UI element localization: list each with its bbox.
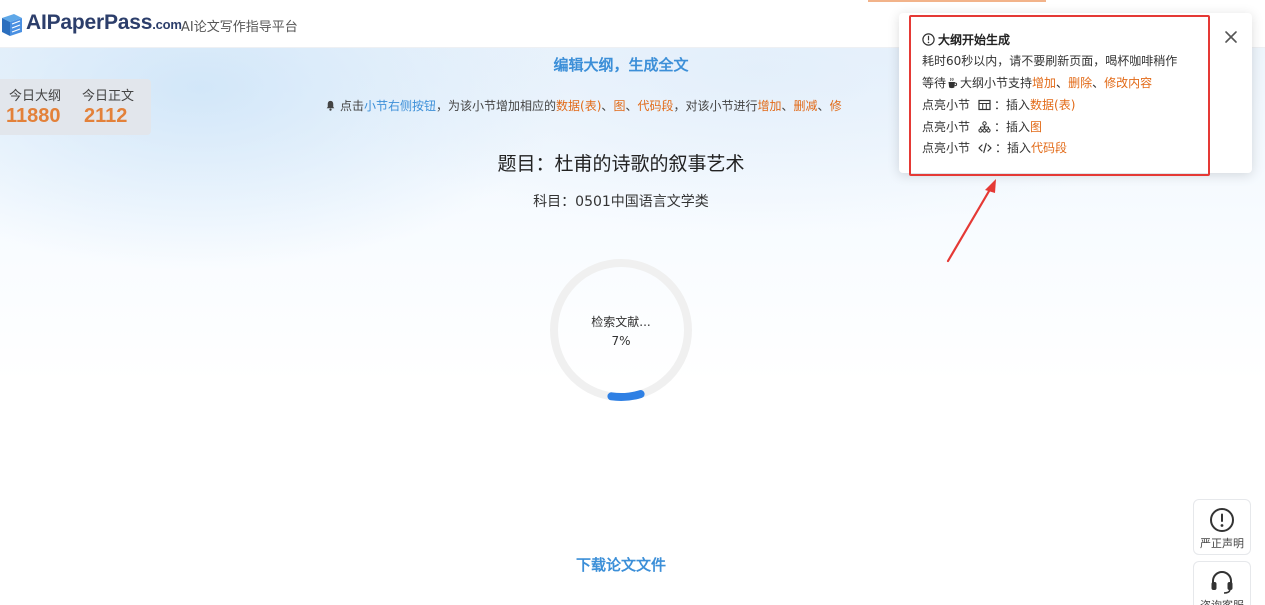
outline-count-label: 今日大纲	[9, 89, 62, 104]
toast-add: 增加	[1032, 76, 1057, 90]
notice-figure: 图	[613, 99, 626, 113]
logo-text[interactable]: AIPaperPass.com	[26, 11, 182, 35]
toast-sep-1: 、	[1056, 76, 1069, 90]
toast-line-3: 点亮小节 ：插入数据(表)	[922, 96, 1210, 113]
toast-insert-data: 数据(表)	[1030, 98, 1076, 112]
annotation-arrow	[946, 179, 996, 263]
header-accent-bar	[868, 0, 1046, 2]
toast-title: 大纲开始生成	[938, 33, 1011, 47]
download-paper-link[interactable]: 下载论文文件	[0, 554, 1242, 575]
tagline: AI论文写作指导平台	[181, 20, 298, 35]
progress-track	[550, 259, 692, 401]
paper-subject: 科目：0501中国语言文学类	[533, 194, 709, 210]
toast-title-row: 大纲开始生成	[922, 31, 1210, 48]
notice-add: 增加	[757, 99, 782, 113]
toast-sep-2: 、	[1092, 76, 1105, 90]
toast-line-3-insert: ：插入	[994, 98, 1031, 112]
notice-bar: 点击小节右侧按钮，为该小节增加相应的数据(表)、图、代码段，对该小节进行增加、删…	[325, 97, 842, 114]
toast-insert-code: 代码段	[1031, 141, 1068, 155]
toast-line-4-label: 点亮小节	[922, 120, 971, 134]
toast-line-5-insert: ：插入	[995, 141, 1032, 155]
notice-sep-3: 、	[781, 99, 794, 113]
toast-line-5: 点亮小节 ：插入代码段	[922, 139, 1210, 156]
diagram-icon	[978, 121, 991, 133]
notice-sep-4: 、	[817, 99, 830, 113]
progress-ring	[550, 259, 692, 401]
toast-line-2: 等待 大纲小节支持增加、删除、修改内容	[922, 74, 1210, 91]
logo-main: AIPaperPass	[26, 11, 153, 34]
progress-percent: 7%	[611, 334, 631, 348]
toast-line-3-label: 点亮小节	[922, 98, 971, 112]
text-count-value: 2112	[84, 105, 128, 127]
disclaimer-label: 严正声明	[1200, 537, 1244, 550]
toast-line-2-support: 大纲小节支持	[960, 76, 1033, 90]
notice-sep-2: 、	[625, 99, 638, 113]
disclaimer-button[interactable]: 严正声明	[1193, 499, 1251, 555]
toast-line-1: 耗时60秒以内，请不要刷新页面，喝杯咖啡稍作	[922, 54, 1178, 68]
coffee-icon	[948, 77, 958, 89]
notice-sep-1: 、	[601, 99, 614, 113]
exclamation-circle-icon	[1210, 508, 1234, 532]
progress-fill	[550, 259, 692, 401]
notice-section-button-text: 小节右侧按钮	[364, 99, 437, 113]
toast-delete: 删除	[1068, 76, 1093, 90]
customer-service-button[interactable]: 咨询客服	[1193, 561, 1251, 605]
logo-suffix: .com	[152, 17, 182, 32]
notice-code: 代码段	[637, 99, 674, 113]
notice-text-1: 点击	[340, 99, 365, 113]
code-icon	[978, 142, 992, 154]
text-count-label: 今日正文	[82, 89, 135, 104]
daily-stats-panel: 今日大纲 11880 今日正文 2112	[0, 79, 151, 135]
toast-line-5-label: 点亮小节	[922, 141, 971, 155]
toast-line-2-wait: 等待	[922, 76, 947, 90]
notice-delete: 删减	[793, 99, 818, 113]
notice-data-table: 数据(表)	[556, 99, 602, 113]
notice-edit: 修	[829, 99, 842, 113]
customer-service-label: 咨询客服	[1194, 597, 1250, 605]
table-icon	[978, 99, 991, 111]
toast-line-4-insert: ：插入	[994, 120, 1031, 134]
notice-text-9: ，对该小节进行	[673, 99, 758, 113]
progress-status-label: 检索文献...	[591, 315, 651, 329]
toast-line-4: 点亮小节 ：插入图	[922, 118, 1210, 135]
notice-text-3: ，为该小节增加相应的	[436, 99, 557, 113]
bell-icon	[326, 100, 335, 111]
outline-count-value: 11880	[6, 105, 61, 127]
info-icon	[922, 33, 935, 46]
headset-icon	[1211, 571, 1233, 594]
toast-insert-figure: 图	[1030, 120, 1043, 134]
toast-edit: 修改内容	[1104, 76, 1153, 90]
logo-book-icon	[2, 14, 22, 36]
close-icon[interactable]	[1222, 28, 1240, 46]
